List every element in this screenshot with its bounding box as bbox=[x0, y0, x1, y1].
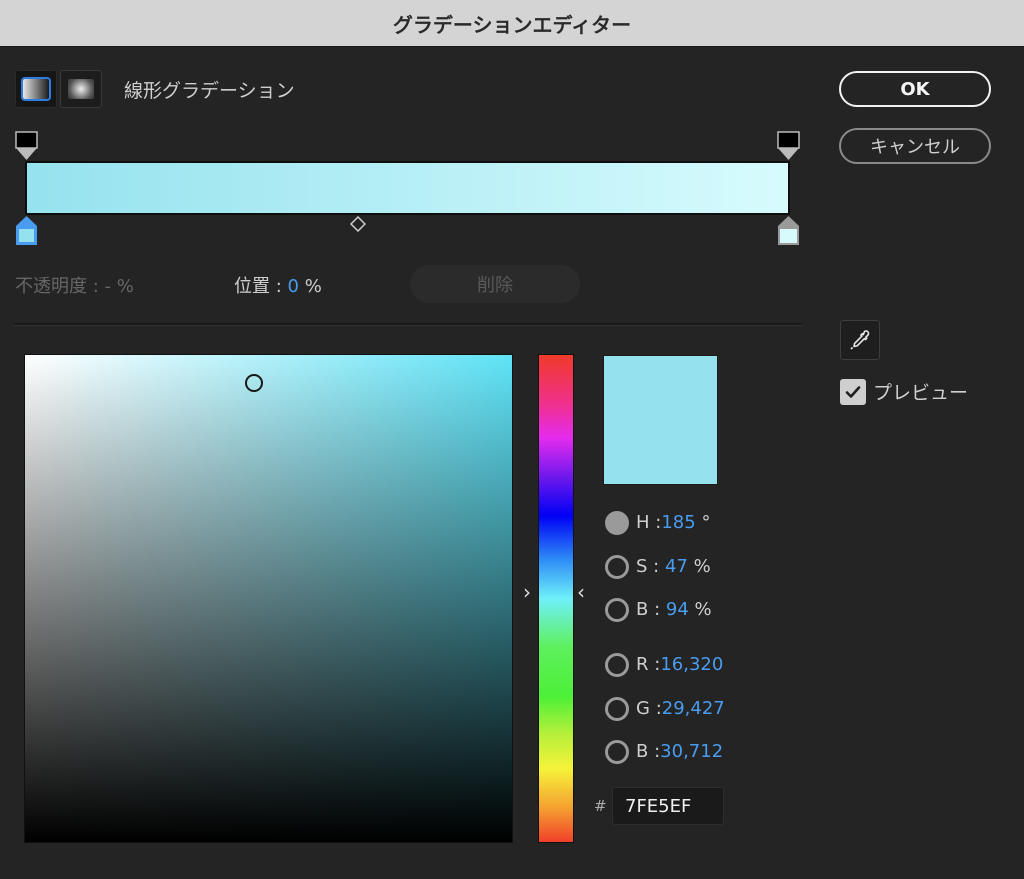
eyedropper-icon bbox=[850, 330, 870, 350]
color-stop-left[interactable] bbox=[15, 215, 39, 247]
red-radio[interactable] bbox=[605, 653, 629, 677]
opacity-value: - bbox=[104, 276, 112, 297]
saturation-brightness-field[interactable] bbox=[24, 354, 513, 843]
saturation-value[interactable]: 47 bbox=[665, 556, 688, 577]
hex-hash-label: # bbox=[594, 797, 607, 815]
preview-checkbox[interactable] bbox=[840, 379, 866, 405]
hex-input[interactable] bbox=[612, 787, 724, 825]
blue-radio[interactable] bbox=[605, 740, 629, 764]
hue-label: H bbox=[636, 512, 650, 533]
blue-field[interactable]: B :30,712 bbox=[636, 741, 723, 762]
position-label: 位置 : bbox=[234, 276, 282, 297]
radial-gradient-icon bbox=[68, 79, 94, 99]
opacity-unit: % bbox=[116, 276, 134, 297]
ok-button[interactable]: OK bbox=[839, 71, 991, 107]
brightness-label: B bbox=[636, 599, 649, 620]
hue-radio[interactable] bbox=[605, 511, 629, 535]
delete-button[interactable]: 削除 bbox=[410, 265, 580, 303]
position-field: 位置 : 0 % bbox=[234, 272, 322, 298]
chevron-left-icon: ‹ bbox=[577, 580, 585, 604]
green-value[interactable]: 29,427 bbox=[662, 698, 725, 719]
saturation-field[interactable]: S : 47 % bbox=[636, 556, 711, 577]
blue-label: B bbox=[636, 741, 649, 762]
green-field[interactable]: G :29,427 bbox=[636, 698, 725, 719]
gradient-type-label: 線形グラデーション bbox=[124, 80, 295, 102]
linear-gradient-button[interactable] bbox=[15, 70, 57, 108]
blue-value[interactable]: 30,712 bbox=[660, 741, 723, 762]
hue-field[interactable]: H :185 ° bbox=[636, 512, 710, 533]
preview-label: プレビュー bbox=[873, 382, 969, 404]
hue-value[interactable]: 185 bbox=[661, 512, 695, 533]
red-field[interactable]: R :16,320 bbox=[636, 654, 723, 675]
red-label: R bbox=[636, 654, 649, 675]
red-value[interactable]: 16,320 bbox=[660, 654, 723, 675]
linear-gradient-icon bbox=[21, 77, 51, 101]
position-value[interactable]: 0 bbox=[288, 276, 299, 297]
gradient-ramp[interactable] bbox=[25, 161, 790, 215]
title-bar: グラデーションエディター bbox=[0, 0, 1024, 47]
midpoint-diamond[interactable] bbox=[350, 216, 366, 232]
brightness-field[interactable]: B : 94 % bbox=[636, 599, 712, 620]
opacity-stop-left[interactable] bbox=[15, 131, 39, 161]
position-unit: % bbox=[304, 276, 322, 297]
hue-slider[interactable] bbox=[538, 354, 574, 843]
color-preview-swatch bbox=[603, 355, 718, 485]
chevron-right-icon: › bbox=[523, 580, 531, 604]
green-label: G bbox=[636, 698, 650, 719]
window-title: グラデーションエディター bbox=[392, 12, 632, 37]
checkmark-icon bbox=[845, 386, 861, 398]
brightness-radio[interactable] bbox=[605, 598, 629, 622]
opacity-label: 不透明度 : bbox=[15, 276, 99, 297]
eyedropper-button[interactable] bbox=[840, 320, 880, 360]
radial-gradient-button[interactable] bbox=[60, 70, 102, 108]
saturation-label: S bbox=[636, 556, 648, 577]
green-radio[interactable] bbox=[605, 697, 629, 721]
saturation-radio[interactable] bbox=[605, 555, 629, 579]
cancel-button[interactable]: キャンセル bbox=[839, 128, 991, 164]
opacity-field: 不透明度 : - % bbox=[15, 272, 134, 298]
divider bbox=[14, 323, 802, 326]
brightness-value[interactable]: 94 bbox=[666, 599, 689, 620]
color-stop-right[interactable] bbox=[777, 215, 801, 247]
opacity-stop-right[interactable] bbox=[777, 131, 801, 161]
